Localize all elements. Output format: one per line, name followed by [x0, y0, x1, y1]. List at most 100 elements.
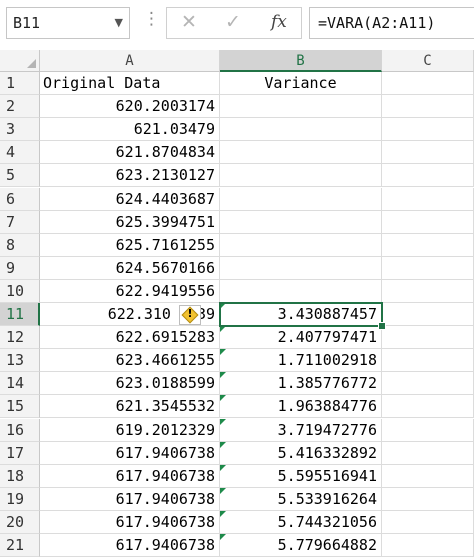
cell-a20[interactable]: 617.9406738: [40, 510, 220, 534]
cell-b4[interactable]: [220, 141, 382, 165]
cell-c15[interactable]: [382, 395, 474, 419]
row-header[interactable]: 16: [0, 418, 40, 442]
row-header[interactable]: 2: [0, 95, 40, 119]
row-header[interactable]: 1: [0, 72, 40, 96]
cell-a9[interactable]: 624.5670166: [40, 256, 220, 280]
cell-b17[interactable]: 5.416332892: [220, 441, 382, 465]
cell-c9[interactable]: [382, 256, 474, 280]
cell-c11[interactable]: [382, 303, 474, 327]
cell-a7[interactable]: 625.3994751: [40, 210, 220, 234]
cell-a13[interactable]: 623.4661255: [40, 349, 220, 373]
cell-a1[interactable]: Original Data: [40, 72, 220, 96]
formula-input[interactable]: =VARA(A2:A11): [309, 7, 474, 39]
cell-a3[interactable]: 621.03479: [40, 118, 220, 142]
cell-b9[interactable]: [220, 256, 382, 280]
warning-icon[interactable]: !: [179, 304, 201, 325]
row-header[interactable]: 5: [0, 164, 40, 188]
cell-a2[interactable]: 620.2003174: [40, 95, 220, 119]
row-header[interactable]: 19: [0, 487, 40, 511]
cell-b1[interactable]: Variance: [220, 72, 382, 96]
cell-a16[interactable]: 619.2012329: [40, 418, 220, 442]
row-header[interactable]: 18: [0, 464, 40, 488]
cell-b3[interactable]: [220, 118, 382, 142]
formula-text[interactable]: =VARA(A2:A11): [318, 14, 435, 32]
cell-b14[interactable]: 1.385776772: [220, 372, 382, 396]
cell-c18[interactable]: [382, 464, 474, 488]
more-options-icon[interactable]: ⋮: [143, 9, 160, 29]
cell-a19[interactable]: 617.9406738: [40, 487, 220, 511]
cell-a4[interactable]: 621.8704834: [40, 141, 220, 165]
cell-b15[interactable]: 1.963884776: [220, 395, 382, 419]
cell-a17[interactable]: 617.9406738: [40, 441, 220, 465]
cell-c6[interactable]: [382, 187, 474, 211]
row-header[interactable]: 6: [0, 187, 40, 211]
cell-b11[interactable]: 3.430887457: [220, 303, 382, 327]
cell-c10[interactable]: [382, 279, 474, 303]
row-header[interactable]: 15: [0, 395, 40, 419]
cell-a18[interactable]: 617.9406738: [40, 464, 220, 488]
cell-b8[interactable]: [220, 233, 382, 257]
row-header[interactable]: 12: [0, 326, 40, 350]
cell-c14[interactable]: [382, 372, 474, 396]
enter-icon[interactable]: ✓: [225, 11, 241, 33]
cell-b20[interactable]: 5.744321056: [220, 510, 382, 534]
name-box-value[interactable]: B11: [13, 14, 40, 32]
cell-c19[interactable]: [382, 487, 474, 511]
table-row: 3 621.03479: [0, 118, 474, 142]
row-header[interactable]: 4: [0, 141, 40, 165]
cell-b6[interactable]: [220, 187, 382, 211]
cell-b16[interactable]: 3.719472776: [220, 418, 382, 442]
row-header[interactable]: 11: [0, 303, 40, 327]
column-header-b[interactable]: B: [220, 50, 382, 72]
cell-b21[interactable]: 5.779664882: [220, 534, 382, 557]
insert-function-icon[interactable]: fx: [271, 12, 287, 32]
cell-b10[interactable]: [220, 279, 382, 303]
column-header-c[interactable]: C: [382, 50, 474, 72]
cell-a6[interactable]: 624.4403687: [40, 187, 220, 211]
cell-c12[interactable]: [382, 326, 474, 350]
cell-c5[interactable]: [382, 164, 474, 188]
row-header[interactable]: 7: [0, 210, 40, 234]
cell-c1[interactable]: [382, 72, 474, 96]
cancel-icon[interactable]: ✕: [181, 11, 197, 33]
select-all-button[interactable]: [0, 50, 40, 72]
cell-c17[interactable]: [382, 441, 474, 465]
cell-a12[interactable]: 622.6915283: [40, 326, 220, 350]
cell-c16[interactable]: [382, 418, 474, 442]
chevron-down-icon[interactable]: ▼: [115, 16, 123, 29]
cell-c13[interactable]: [382, 349, 474, 373]
cell-c8[interactable]: [382, 233, 474, 257]
cell-c2[interactable]: [382, 95, 474, 119]
row-header[interactable]: 13: [0, 349, 40, 373]
cell-b18[interactable]: 5.595516941: [220, 464, 382, 488]
row-header[interactable]: 14: [0, 372, 40, 396]
row-header[interactable]: 17: [0, 441, 40, 465]
cell-b7[interactable]: [220, 210, 382, 234]
cell-b2[interactable]: [220, 95, 382, 119]
cell-a15[interactable]: 621.3545532: [40, 395, 220, 419]
cell-c21[interactable]: [382, 534, 474, 557]
cell-a8[interactable]: 625.7161255: [40, 233, 220, 257]
row-header[interactable]: 10: [0, 279, 40, 303]
table-row: 10 622.9419556: [0, 279, 474, 303]
name-box[interactable]: B11 ▼: [6, 7, 130, 39]
cell-b5[interactable]: [220, 164, 382, 188]
cell-b19[interactable]: 5.533916264: [220, 487, 382, 511]
cell-c20[interactable]: [382, 510, 474, 534]
cell-c7[interactable]: [382, 210, 474, 234]
row-header[interactable]: 8: [0, 233, 40, 257]
cell-b13[interactable]: 1.711002918: [220, 349, 382, 373]
row-header[interactable]: 20: [0, 510, 40, 534]
cell-a21[interactable]: 617.9406738: [40, 534, 220, 557]
row-header[interactable]: 21: [0, 534, 40, 557]
cell-a5[interactable]: 623.2130127: [40, 164, 220, 188]
cell-b12[interactable]: 2.407797471: [220, 326, 382, 350]
cell-a10[interactable]: 622.9419556: [40, 279, 220, 303]
row-header[interactable]: 9: [0, 256, 40, 280]
row-header[interactable]: 3: [0, 118, 40, 142]
cell-c3[interactable]: [382, 118, 474, 142]
column-header-a[interactable]: A: [40, 50, 220, 72]
cell-a14[interactable]: 623.0188599: [40, 372, 220, 396]
fill-handle[interactable]: [378, 322, 386, 331]
cell-c4[interactable]: [382, 141, 474, 165]
